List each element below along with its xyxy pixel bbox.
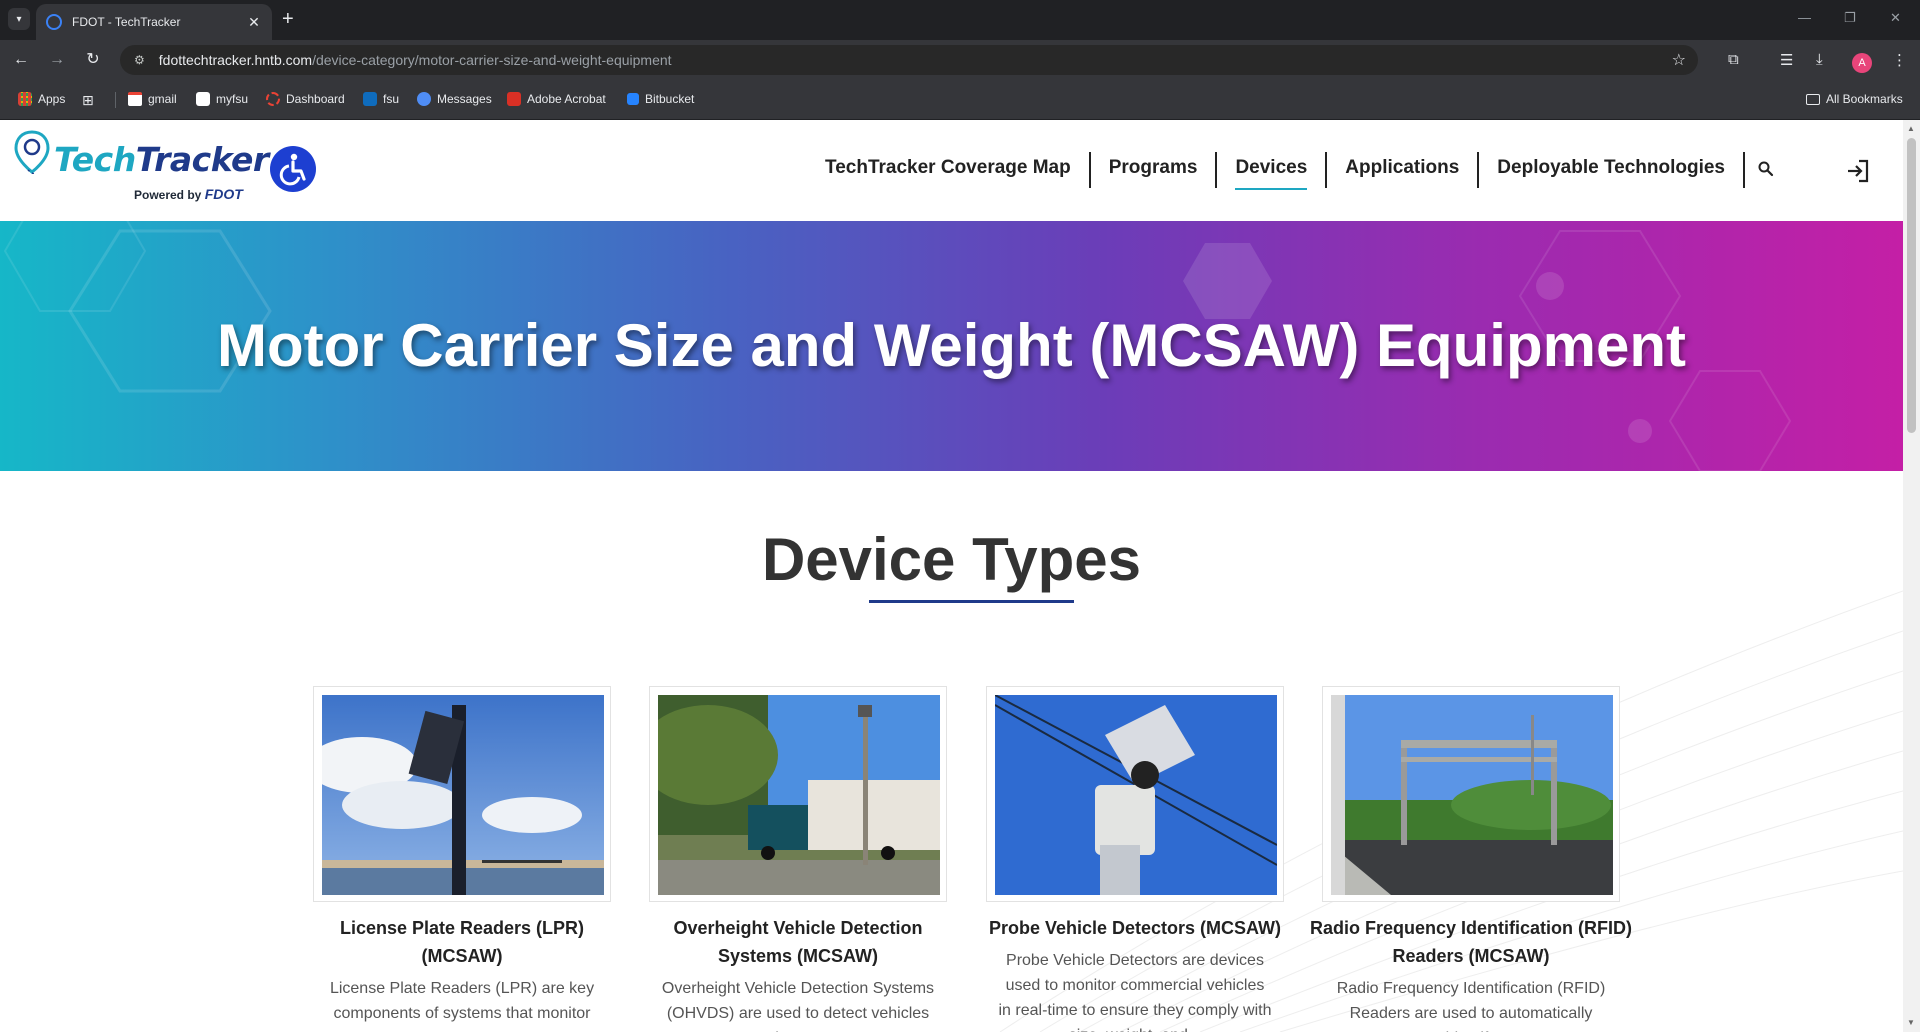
section-title-underline [869, 600, 1074, 603]
bookmarks-bar: Apps ⊞ gmail myfsu Dashboard fsu Message… [0, 80, 1920, 120]
nav-deployable-technologies[interactable]: Deployable Technologies [1479, 152, 1745, 188]
search-icon[interactable] [1757, 160, 1775, 178]
scroll-down-icon[interactable]: ▼ [1907, 1018, 1915, 1027]
logo-powered-by: Powered by FDOT [134, 186, 243, 202]
main-navigation: TechTracker Coverage Map Programs Device… [807, 152, 1745, 190]
messages-icon [417, 92, 431, 106]
browser-toolbar: ← → ↻ ⚙ fdottechtracker.hntb.com/device-… [0, 40, 1920, 80]
tab-title: FDOT - TechTracker [72, 15, 181, 29]
lpr-photo [322, 695, 604, 895]
hero-banner: Motor Carrier Size and Weight (MCSAW) Eq… [0, 221, 1903, 471]
page-scrollbar[interactable]: ▲ ▼ [1903, 120, 1920, 1032]
section-title: Device Types [761, 526, 1142, 593]
tab-groups-icon[interactable]: ⊞ [82, 92, 94, 109]
tab-search-button[interactable]: ▾ [8, 8, 30, 30]
login-icon[interactable] [1845, 158, 1871, 184]
device-card-title[interactable]: Overheight Vehicle Detection Systems (MC… [633, 914, 963, 970]
menu-icon[interactable]: ⋮ [1892, 51, 1907, 69]
profile-avatar[interactable]: A [1852, 53, 1872, 73]
bookmark-dashboard[interactable]: Dashboard [266, 92, 345, 106]
extensions-icon[interactable]: ⧉ [1728, 51, 1739, 68]
ohvds-photo [658, 695, 940, 895]
device-card-title[interactable]: License Plate Readers (LPR) (MCSAW) [297, 914, 627, 970]
device-card-description: License Plate Readers (LPR) are key comp… [329, 980, 595, 1022]
folder-icon [1806, 93, 1820, 105]
device-card-description: Probe Vehicle Detectors are devices used… [998, 952, 1272, 1032]
nav-devices[interactable]: Devices [1217, 152, 1328, 190]
outlook-icon [363, 92, 377, 106]
back-icon[interactable]: ← [10, 50, 32, 70]
device-card-image[interactable] [313, 686, 611, 902]
device-card-lpr[interactable]: License Plate Readers (LPR) (MCSAW) Lice… [297, 686, 627, 1026]
scroll-up-icon[interactable]: ▲ [1907, 124, 1915, 133]
site-header: TechTracker Powered by FDOT TechTracker … [0, 120, 1903, 221]
wheelchair-icon [279, 153, 306, 186]
device-card-probe-vehicle[interactable]: Probe Vehicle Detectors (MCSAW) Probe Ve… [970, 686, 1300, 1032]
scrollbar-thumb[interactable] [1907, 138, 1916, 433]
tab-close-icon[interactable]: ✕ [246, 14, 262, 31]
dashboard-icon [266, 92, 280, 106]
forward-icon[interactable]: → [46, 50, 68, 70]
apps-grid-icon [18, 92, 32, 106]
url-text[interactable]: fdottechtracker.hntb.com/device-category… [159, 52, 672, 68]
techtracker-logo[interactable]: TechTracker Powered by FDOT [14, 130, 269, 210]
all-bookmarks[interactable]: All Bookmarks [1806, 92, 1903, 106]
media-icon[interactable]: ☰ [1780, 51, 1793, 69]
restore-icon[interactable]: ❐ [1844, 10, 1856, 26]
bitbucket-icon [627, 93, 639, 105]
minimize-icon[interactable]: — [1798, 10, 1811, 25]
bookmark-star-icon[interactable]: ☆ [1672, 50, 1686, 70]
nav-programs[interactable]: Programs [1091, 152, 1218, 188]
gmail-icon [128, 92, 142, 106]
device-card-image[interactable] [1322, 686, 1620, 902]
bookmark-messages[interactable]: Messages [417, 92, 492, 106]
bookmark-separator [115, 92, 116, 108]
device-card-image[interactable] [649, 686, 947, 902]
close-window-icon[interactable]: ✕ [1890, 10, 1901, 26]
bookmark-adobe-acrobat[interactable]: Adobe Acrobat [507, 92, 606, 106]
myfsu-icon [196, 92, 210, 106]
new-tab-button[interactable]: + [282, 9, 294, 29]
probe-vehicle-photo [995, 695, 1277, 895]
nav-coverage-map[interactable]: TechTracker Coverage Map [807, 152, 1091, 188]
location-pin-icon [14, 130, 50, 174]
nav-applications[interactable]: Applications [1327, 152, 1480, 188]
page-viewport: TechTracker Powered by FDOT TechTracker … [0, 120, 1903, 1032]
browser-tab-bar: ▾ FDOT - TechTracker ✕ + — ❐ ✕ [0, 0, 1920, 40]
reload-icon[interactable]: ↻ [82, 50, 104, 70]
bookmark-bitbucket[interactable]: Bitbucket [627, 92, 694, 106]
acrobat-icon [507, 92, 521, 106]
rfid-photo [1331, 695, 1613, 895]
device-card-description: Radio Frequency Identification (RFID) Re… [1336, 980, 1606, 1032]
address-bar[interactable]: ⚙ fdottechtracker.hntb.com/device-catego… [120, 45, 1698, 75]
bookmark-fsu[interactable]: fsu [363, 92, 399, 106]
device-card-description: Overheight Vehicle Detection Systems (OH… [661, 980, 935, 1032]
site-info-icon[interactable]: ⚙ [134, 53, 145, 67]
bookmark-gmail[interactable]: gmail [128, 92, 177, 106]
device-card-title[interactable]: Probe Vehicle Detectors (MCSAW) [970, 914, 1300, 942]
bookmark-apps[interactable]: Apps [18, 92, 65, 106]
device-card-title[interactable]: Radio Frequency Identification (RFID) Re… [1306, 914, 1636, 970]
browser-tab[interactable]: FDOT - TechTracker ✕ [36, 4, 272, 40]
device-card-image[interactable] [986, 686, 1284, 902]
device-card-rfid[interactable]: Radio Frequency Identification (RFID) Re… [1306, 686, 1636, 1032]
device-card-ohvds[interactable]: Overheight Vehicle Detection Systems (MC… [633, 686, 963, 1032]
hero-title: Motor Carrier Size and Weight (MCSAW) Eq… [217, 312, 1686, 379]
site-favicon-icon [46, 14, 62, 30]
accessibility-button[interactable] [270, 146, 316, 192]
logo-wordmark: TechTracker [54, 140, 269, 179]
bookmark-myfsu[interactable]: myfsu [196, 92, 248, 106]
downloads-icon[interactable]: ⤓ [1816, 51, 1823, 68]
